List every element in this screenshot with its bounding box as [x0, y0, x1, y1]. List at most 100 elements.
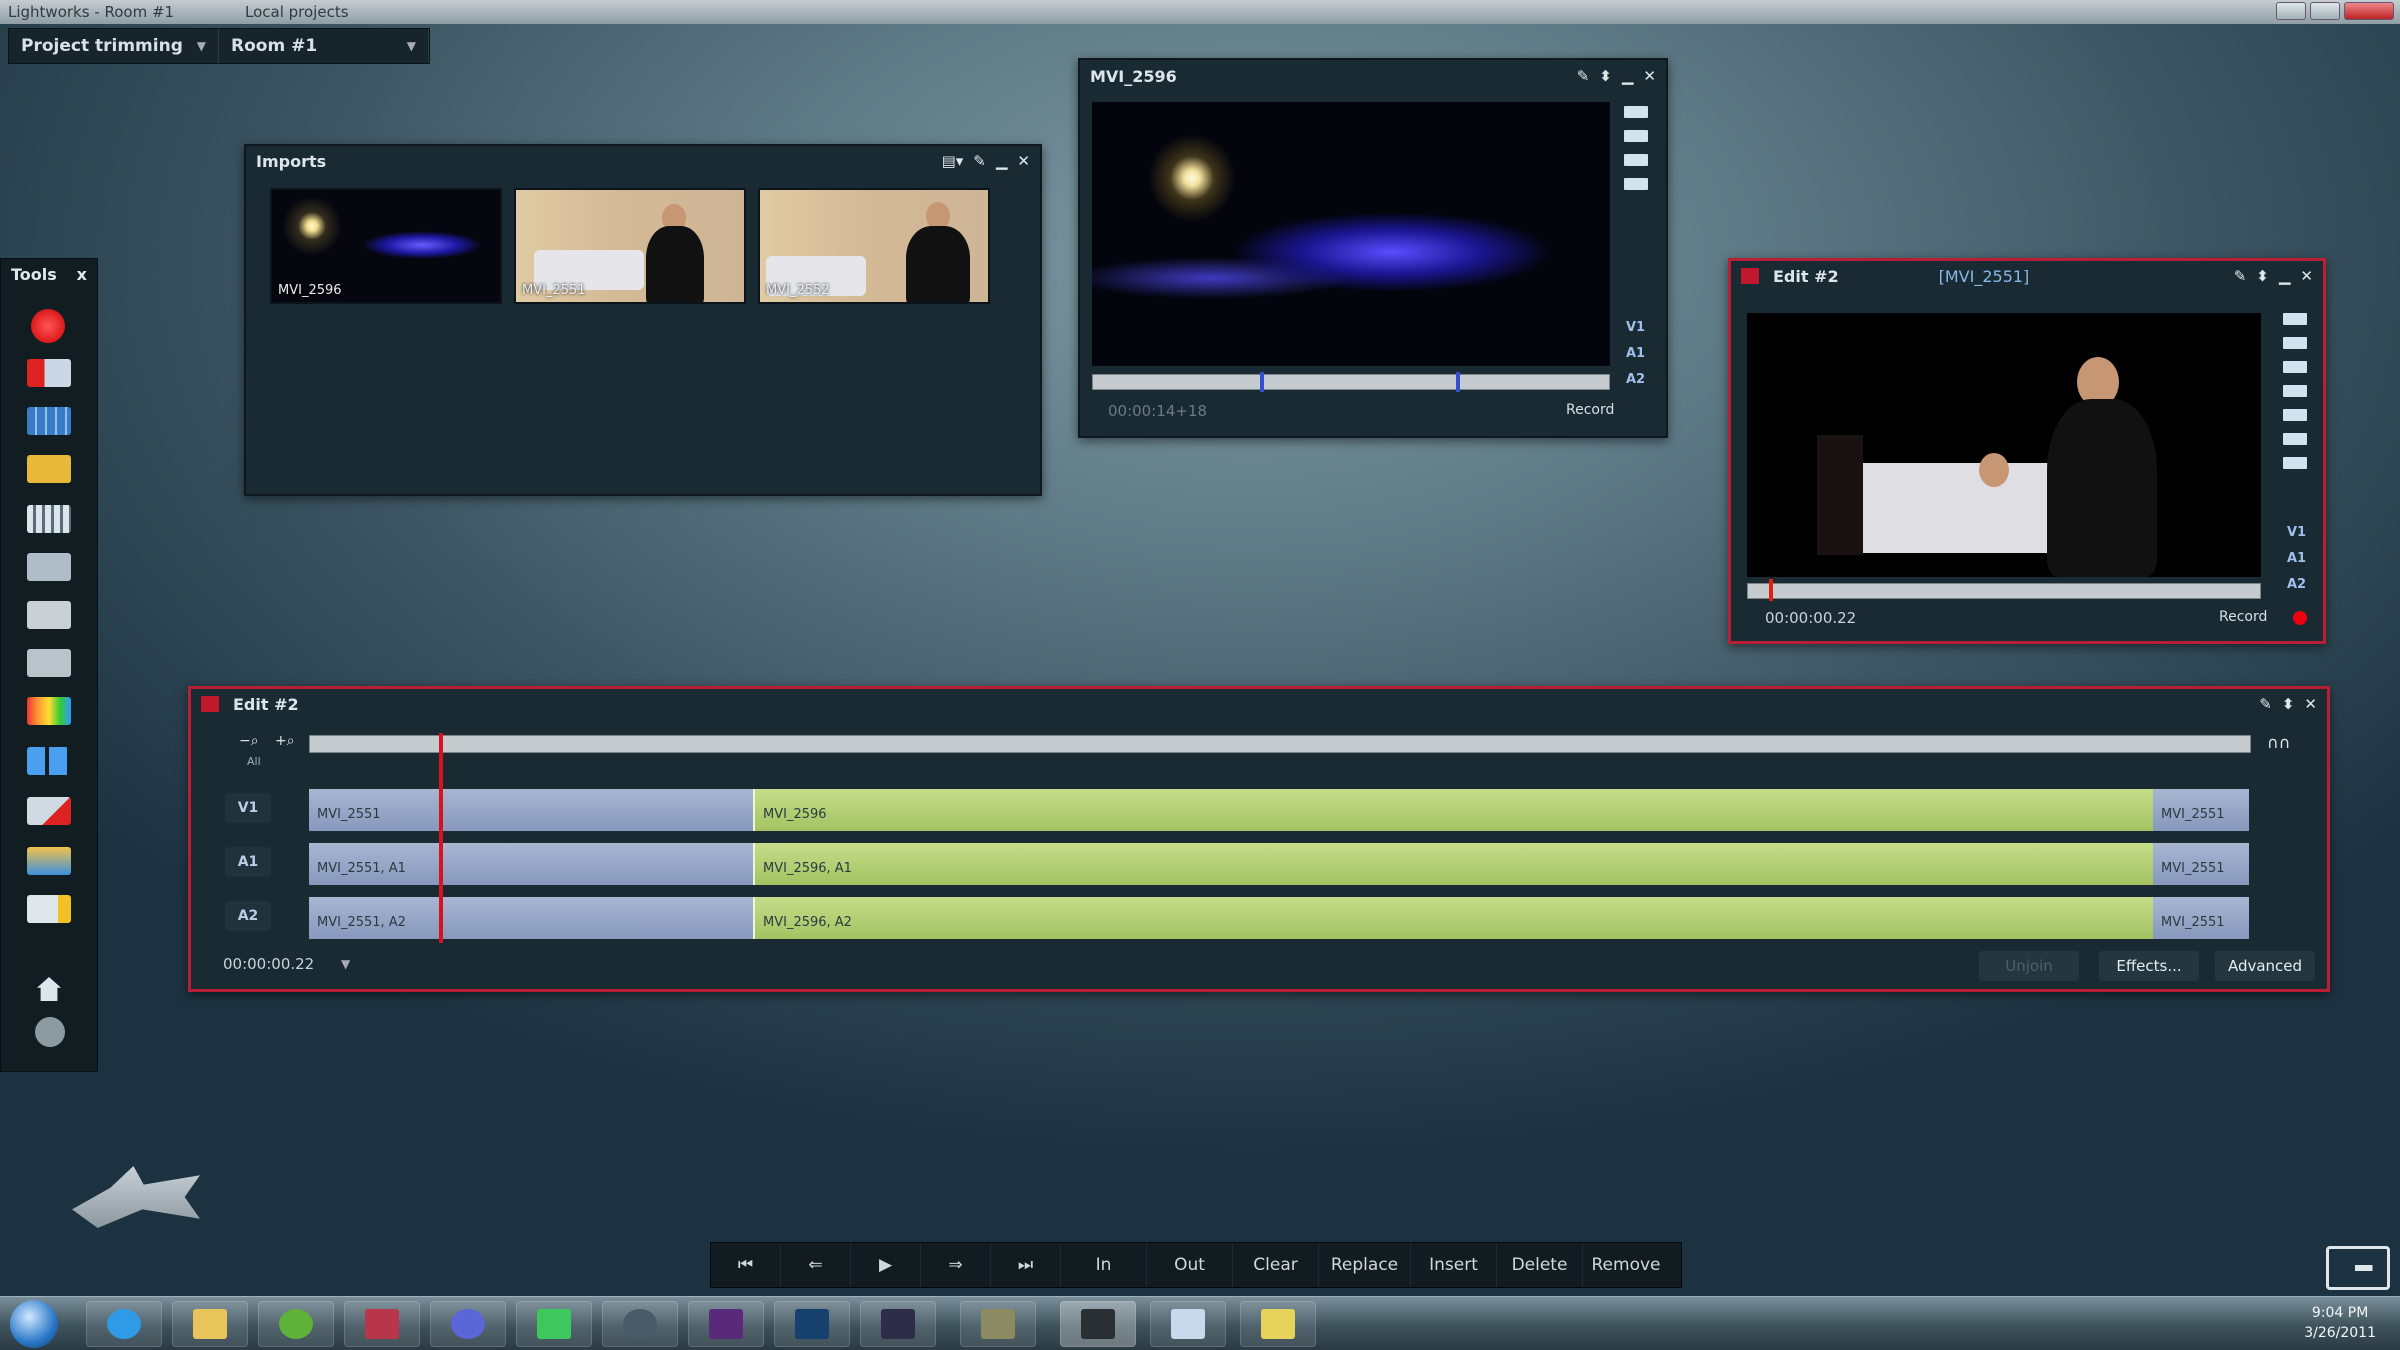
go-to-start-icon[interactable]: ⏮ — [711, 1243, 781, 1287]
taskbar-lightworks-icon[interactable] — [1060, 1301, 1136, 1347]
track-a1-label[interactable]: A1 — [1626, 346, 1645, 361]
taskbar-ie-icon[interactable] — [86, 1301, 162, 1347]
clip-thumbnail[interactable]: MVI_2552 — [758, 188, 990, 304]
source-scrub-bar[interactable] — [1092, 374, 1610, 390]
view-mode-icon[interactable]: ▤▾ — [942, 152, 964, 170]
pin-icon[interactable]: ✎ — [2259, 695, 2272, 713]
folder-icon[interactable] — [2283, 313, 2307, 325]
taskbar-explorer-icon[interactable] — [172, 1301, 248, 1347]
taskbar-photoshop-icon[interactable] — [774, 1301, 850, 1347]
list-icon[interactable] — [1624, 130, 1648, 142]
zoom-out-icon[interactable]: −⌕ — [239, 733, 259, 749]
track-a2-label[interactable]: A2 — [2287, 577, 2306, 592]
exit-icon[interactable] — [2326, 1246, 2390, 1290]
record-scrub-bar[interactable] — [1747, 583, 2261, 599]
playhead-marker[interactable] — [1769, 579, 1773, 601]
track-a1-label[interactable]: A1 — [2287, 551, 2306, 566]
insert-button[interactable]: Insert — [1411, 1243, 1497, 1287]
taskbar-media-icon[interactable] — [258, 1301, 334, 1347]
sync-icon[interactable]: ⬍ — [2256, 267, 2269, 285]
stack-icon[interactable] — [27, 553, 71, 581]
zoom-in-icon[interactable]: +⌕ — [275, 733, 295, 749]
timeline-clip[interactable]: MVI_2551 — [2153, 789, 2249, 831]
taskbar-chat-icon[interactable] — [516, 1301, 592, 1347]
export-icon[interactable] — [2283, 457, 2307, 469]
clip-thumbnail[interactable]: MVI_2551 — [514, 188, 746, 304]
close-icon[interactable]: ✕ — [2304, 695, 2317, 713]
close-icon[interactable]: ✕ — [2300, 267, 2313, 285]
filmstrip-icon[interactable] — [27, 505, 71, 533]
track-a1-label[interactable]: A1 — [225, 847, 271, 877]
clear-marks-button[interactable]: Clear — [1233, 1243, 1319, 1287]
minimize-icon[interactable]: ▁ — [2279, 267, 2291, 285]
record-tool-icon[interactable] — [31, 309, 65, 343]
play-icon[interactable]: ▶ — [851, 1243, 921, 1287]
pin-icon[interactable]: ✎ — [1577, 67, 1590, 85]
grid-layout-icon[interactable] — [27, 747, 71, 775]
audio-icon[interactable] — [2283, 409, 2307, 421]
timeline-clip[interactable]: MVI_2551 — [309, 789, 753, 831]
all-tracks-label[interactable]: All — [247, 755, 261, 768]
track-a2-label[interactable]: A2 — [1626, 372, 1645, 387]
export-icon[interactable] — [27, 895, 71, 923]
source-timecode[interactable]: 00:00:14+18 — [1108, 402, 1207, 420]
close-window-button[interactable] — [2344, 2, 2394, 20]
sync-icon[interactable]: ⬍ — [2282, 695, 2295, 713]
room-select[interactable]: Room #1 ▼ — [219, 29, 429, 63]
mark-in-button[interactable]: In — [1061, 1243, 1147, 1287]
clip-thumbnail[interactable]: MVI_2596 — [270, 188, 502, 304]
record-video-frame[interactable] — [1747, 313, 2261, 577]
minimize-icon[interactable]: ▁ — [1622, 67, 1634, 85]
taskbar-folder-icon[interactable] — [1240, 1301, 1316, 1347]
settings-icon[interactable] — [1624, 178, 1648, 190]
sync-icon[interactable]: ⬍ — [1599, 67, 1612, 85]
source-video-frame[interactable] — [1092, 102, 1610, 366]
close-icon[interactable]: ✕ — [1643, 67, 1656, 85]
track-v1-label[interactable]: V1 — [225, 793, 271, 823]
pin-icon[interactable]: ✎ — [973, 152, 986, 170]
chevron-down-icon[interactable]: ▼ — [341, 957, 350, 971]
timeline-playhead[interactable] — [439, 733, 443, 943]
replace-button[interactable]: Replace — [1319, 1243, 1411, 1287]
taskbar-camera-icon[interactable] — [602, 1301, 678, 1347]
grid-icon[interactable] — [1624, 154, 1648, 166]
track-v1-label[interactable]: V1 — [2287, 525, 2306, 540]
effects-icon[interactable] — [27, 847, 71, 875]
close-icon[interactable]: ✕ — [1017, 152, 1030, 170]
taskbar-browser-icon[interactable] — [430, 1301, 506, 1347]
project-select[interactable]: Project trimming ▼ — [9, 29, 219, 63]
printer-icon[interactable] — [27, 601, 71, 629]
taskbar-soundbooth-icon[interactable] — [960, 1301, 1036, 1347]
mark-in-marker[interactable] — [1260, 372, 1264, 392]
timeline-clip[interactable]: MVI_2551, A2 — [309, 897, 753, 939]
remove-button[interactable]: Remove — [1583, 1243, 1669, 1287]
timeline-clip[interactable]: MVI_2596, A2 — [753, 897, 2153, 939]
delete-button[interactable]: Delete — [1497, 1243, 1583, 1287]
timeline-clip[interactable]: MVI_2596, A1 — [753, 843, 2153, 885]
step-forward-icon[interactable]: ⇒ — [921, 1243, 991, 1287]
taskbar-document-icon[interactable] — [1150, 1301, 1226, 1347]
keyboard-icon[interactable] — [27, 649, 71, 677]
settings-icon[interactable] — [2283, 385, 2307, 397]
track-v1-label[interactable]: V1 — [1626, 320, 1645, 335]
taskbar-aftereffects-icon[interactable] — [860, 1301, 936, 1347]
pin-icon[interactable]: ✎ — [2234, 267, 2247, 285]
timeline-ruler[interactable] — [309, 735, 2251, 753]
home-icon[interactable] — [37, 977, 61, 1001]
tools-close-icon[interactable]: x — [77, 265, 87, 284]
import-tool-icon[interactable] — [27, 359, 71, 387]
track-a2-label[interactable]: A2 — [225, 901, 271, 931]
record-mode[interactable]: Record — [2219, 609, 2267, 625]
minimize-window-button[interactable] — [2276, 2, 2306, 20]
tools-wrench-icon[interactable] — [27, 797, 71, 825]
unjoin-button[interactable]: Unjoin — [1979, 951, 2079, 981]
taskbar-clock[interactable]: 9:04 PM 3/26/2011 — [2304, 1303, 2376, 1343]
maximize-window-button[interactable] — [2310, 2, 2340, 20]
mark-out-button[interactable]: Out — [1147, 1243, 1233, 1287]
timeline-clip[interactable]: MVI_2551 — [2153, 843, 2249, 885]
folder-icon[interactable] — [27, 455, 71, 483]
mark-out-marker[interactable] — [1456, 372, 1460, 392]
record-timecode[interactable]: 00:00:00.22 — [1765, 609, 1856, 627]
color-palette-icon[interactable] — [27, 697, 71, 725]
source-record-mode[interactable]: Record — [1566, 402, 1614, 418]
